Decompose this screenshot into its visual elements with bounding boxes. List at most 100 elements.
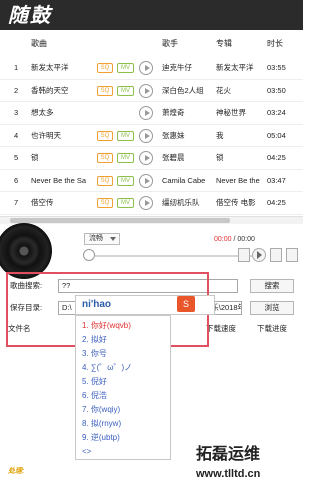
ime-candidate[interactable]: 4. ∑(゜ω゜)ノ <box>82 361 132 374</box>
song-duration: 05:04 <box>267 130 286 140</box>
chevron-down-icon <box>110 237 116 241</box>
app-logo: 随鼓 <box>8 3 52 27</box>
col-download-progress: 下载进度 <box>257 324 287 333</box>
song-title[interactable]: 新发太平洋 <box>31 57 93 79</box>
song-album[interactable]: 我 <box>216 125 262 147</box>
play-icon[interactable] <box>139 83 153 98</box>
song-artist[interactable]: 张惠妹 <box>162 125 210 147</box>
search-button[interactable]: 搜索 <box>250 279 294 293</box>
row-index: 7 <box>14 198 19 207</box>
play-icon[interactable] <box>139 128 153 143</box>
quality-select[interactable]: 流畅 <box>84 233 120 245</box>
song-title[interactable]: 想太多 <box>31 102 93 124</box>
table-row[interactable]: 6 Never Be the Sa SQ MV Camila Cabe Never Be … <box>0 170 303 192</box>
ime-candidate[interactable]: 9. 逆(ubtp) <box>82 431 120 444</box>
sq-badge[interactable]: SQ <box>97 85 113 96</box>
volume-icon[interactable] <box>286 248 298 262</box>
song-duration: 04:25 <box>267 153 286 162</box>
playlist-button[interactable] <box>270 248 282 262</box>
sq-badge[interactable]: SQ <box>97 198 113 208</box>
song-table-header: 歌曲 歌手 专辑 时长 <box>0 36 303 52</box>
song-duration: 03:50 <box>267 85 286 95</box>
song-artist[interactable]: 萧煌奇 <box>162 102 210 124</box>
ime-candidate[interactable]: 5. 倪好 <box>82 375 107 388</box>
ime-candidate[interactable]: 8. 拟(rnyw) <box>82 417 121 430</box>
row-index: 6 <box>14 175 19 185</box>
header-title[interactable]: 歌曲 <box>31 36 47 52</box>
song-album[interactable]: 神秘世界 <box>216 102 262 124</box>
header-album[interactable]: 专辑 <box>216 36 232 52</box>
play-icon[interactable] <box>139 151 153 165</box>
song-title[interactable]: 香韩的天空 <box>31 80 93 102</box>
watermark-url: www.tlltd.cn <box>196 468 261 480</box>
song-duration: 03:55 <box>267 63 286 72</box>
song-title[interactable]: 借空传 <box>31 192 93 214</box>
table-row[interactable]: 2 香韩的天空 SQ MV 深白色2人组 花火 03:50 <box>0 80 303 102</box>
sq-badge[interactable]: SQ <box>97 153 113 163</box>
play-icon[interactable] <box>139 196 153 210</box>
table-row[interactable]: 5 锁 SQ MV 张碧晨锁 04:25 <box>0 147 303 170</box>
previous-button[interactable] <box>238 248 250 262</box>
header-artist[interactable]: 歌手 <box>162 36 178 52</box>
title-bar: 随鼓 <box>0 0 303 30</box>
song-artist[interactable]: 缰纫机乐队 <box>162 192 210 214</box>
table-row[interactable]: 7 借空传 SQ MV 缰纫机乐队 借空传 电影 04:25 <box>0 192 303 215</box>
song-artist[interactable]: Camila Cabe <box>162 170 210 192</box>
song-title[interactable]: 锁 <box>31 147 93 169</box>
ime-candidate[interactable]: 7. 你(wqiy) <box>82 403 120 416</box>
song-album[interactable]: 锁 <box>216 147 262 169</box>
play-icon[interactable] <box>139 173 153 188</box>
play-icon[interactable] <box>139 106 153 120</box>
song-title[interactable]: 也许明天 <box>31 125 93 147</box>
sq-badge[interactable]: SQ <box>97 63 113 73</box>
song-album[interactable]: Never Be the <box>216 170 262 192</box>
row-index: 2 <box>14 85 19 95</box>
song-title[interactable]: Never Be the Sa <box>31 170 93 192</box>
ime-candidate[interactable]: 3. 你号 <box>82 347 107 360</box>
progress-knob[interactable] <box>83 249 95 261</box>
play-button[interactable] <box>252 248 266 262</box>
play-icon[interactable] <box>139 61 153 75</box>
row-index: 5 <box>14 153 19 162</box>
ime-pinyin: ni'hao <box>82 299 112 310</box>
after-label: 处理: <box>8 468 25 475</box>
col-download-speed: 下载速度 <box>206 324 236 333</box>
ime-candidate[interactable]: 1. 你好(wqvb) <box>82 319 131 332</box>
watermark-text: 拓磊运维 <box>196 444 261 463</box>
ime-candidate[interactable]: 6. 倪浩 <box>82 389 107 402</box>
ime-page-arrows[interactable]: <> <box>82 445 91 458</box>
song-album[interactable]: 花火 <box>216 80 262 102</box>
row-index: 1 <box>14 63 19 72</box>
mv-badge[interactable]: MV <box>117 198 134 208</box>
ime-candidate[interactable]: 2. 拟好 <box>82 333 107 346</box>
table-row[interactable]: 1 新发太平洋 SQ MV 迪克牛仔 新发太平洋 03:55 <box>0 57 303 80</box>
time-current: 00:00 <box>214 236 232 243</box>
sq-badge[interactable]: SQ <box>97 175 113 186</box>
song-duration: 03:47 <box>267 175 286 185</box>
table-row[interactable]: 3 想太多 萧煌奇 神秘世界 03:24 <box>0 102 303 125</box>
horizontal-scrollbar[interactable] <box>0 216 303 224</box>
browse-button[interactable]: 浏览 <box>250 301 294 315</box>
song-list: 1 新发太平洋 SQ MV 迪克牛仔 新发太平洋 03:55 2 香韩的天空 SQ MV 深白色2人组… <box>0 57 303 215</box>
mv-badge[interactable]: MV <box>117 175 134 186</box>
song-album[interactable]: 借空传 电影 <box>216 192 262 214</box>
time-readout: 00:00 / 00:00 <box>214 234 274 246</box>
sq-badge[interactable]: SQ <box>97 130 113 141</box>
song-duration: 03:24 <box>267 108 286 117</box>
song-artist[interactable]: 张碧晨 <box>162 147 210 169</box>
mv-badge[interactable]: MV <box>117 63 134 73</box>
quality-value: 流畅 <box>89 235 103 242</box>
mv-badge[interactable]: MV <box>117 130 134 141</box>
song-artist[interactable]: 迪克牛仔 <box>162 57 210 79</box>
header-duration[interactable]: 时长 <box>267 36 283 52</box>
song-artist[interactable]: 深白色2人组 <box>162 80 210 102</box>
mv-badge[interactable]: MV <box>117 85 134 96</box>
ime-candidate-list: 1. 你好(wqvb) 2. 拟好 3. 你号 4. ∑(゜ω゜)ノ 5. 倪好 6. 倪… <box>75 315 171 460</box>
song-album[interactable]: 新发太平洋 <box>216 57 262 79</box>
table-row[interactable]: 4 也许明天 SQ MV 张惠妹我 05:04 <box>0 125 303 147</box>
scrollbar-thumb[interactable] <box>10 218 230 223</box>
song-duration: 04:25 <box>267 198 286 207</box>
mv-badge[interactable]: MV <box>117 153 134 163</box>
row-index: 3 <box>14 108 19 117</box>
time-total: 00:00 <box>237 236 255 243</box>
